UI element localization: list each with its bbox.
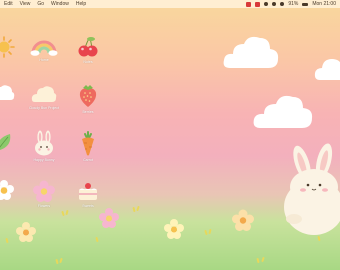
sun-icon (0, 36, 15, 58)
menu-item-edit[interactable]: Edit (4, 0, 13, 8)
cloud-icon (0, 85, 15, 100)
desktop-icon-cloud[interactable] (0, 84, 17, 104)
wallpaper-flower (99, 208, 119, 228)
desktop-icon-label: Cloudy Bun Project (29, 106, 59, 110)
cherry-icon (78, 37, 98, 57)
cloud-bun-icon (31, 86, 57, 102)
desktop-icon-cloud-bun[interactable]: Cloudy Bun Project (29, 84, 59, 110)
wallpaper-flower (164, 219, 184, 239)
desktop-icon-rainbow[interactable]: Home (29, 36, 59, 62)
carrot-icon (82, 131, 94, 156)
desktop-icon-label: Home (39, 58, 49, 62)
battery-icon[interactable] (302, 2, 309, 6)
cake-icon (79, 183, 97, 200)
wallpaper-bunny (284, 143, 340, 235)
menu-bar-tray: 91% Mon 21:00 (246, 0, 340, 8)
desktop-icon-label: Notes (83, 60, 93, 64)
grass-tuft (208, 228, 212, 235)
battery-percent: 91% (288, 1, 299, 7)
control-icon[interactable] (264, 2, 269, 6)
desktop-icon-label: Carrot (83, 158, 93, 162)
wallpaper-cloud (314, 59, 340, 80)
grass-tuft (136, 205, 140, 212)
leaf-icon (0, 134, 11, 150)
wifi-icon[interactable] (280, 2, 285, 6)
grass-tuft (61, 210, 65, 217)
rainbow-icon (30, 40, 58, 56)
clock[interactable]: Mon 21:00 (312, 0, 336, 8)
grass-tuft (59, 257, 63, 264)
desktop-icon-flower-yellow[interactable] (0, 180, 19, 202)
menu-item-help[interactable]: Help (76, 0, 86, 8)
grass-tuft (261, 256, 265, 263)
wallpaper-flower (16, 222, 36, 242)
grass-tuft (317, 235, 321, 242)
menu-item-view[interactable]: View (20, 0, 31, 8)
grass-tuft (5, 237, 9, 244)
desktop-icon-label: Sweets (82, 204, 94, 208)
menu-bar: Edit View Go Window Help 91% Mon 21:00 (0, 0, 340, 8)
desktop-icon-sun[interactable] (0, 36, 19, 60)
grass-tuft (204, 229, 208, 236)
app-status-icon[interactable] (246, 1, 252, 7)
desktop-icon-strawberry[interactable]: Berries (73, 82, 103, 114)
menu-item-window[interactable]: Window (51, 0, 69, 8)
desktop-icon-cherry[interactable]: Notes (73, 36, 103, 64)
grass-tuft (132, 206, 136, 213)
grass-tuft (65, 209, 69, 216)
bunny-icon (35, 130, 53, 156)
menu-item-go[interactable]: Go (37, 0, 44, 8)
strawberry-icon (79, 85, 97, 107)
grass-tuft (55, 258, 59, 265)
grass-tuft (256, 257, 260, 264)
desktop-icon-cake[interactable]: Sweets (73, 180, 103, 208)
wallpaper-cloud (223, 36, 279, 68)
desktop-icon-label: Happy Bunny (33, 158, 55, 162)
flower-icon (0, 180, 14, 200)
menu-bar-left: Edit View Go Window Help (0, 0, 86, 8)
desktop-icon-carrot[interactable]: Carrot (73, 130, 103, 162)
desktop-icon-flower-pink[interactable]: Flowers (29, 180, 59, 208)
desktop-icon-leaf[interactable] (0, 132, 19, 156)
pink-flower-icon (33, 180, 55, 202)
desktop-icon-label: Flowers (37, 204, 51, 208)
bluetooth-icon[interactable] (272, 2, 277, 6)
desktop-icon-bunny[interactable]: Happy Bunny (29, 130, 59, 162)
grass-tuft (95, 236, 99, 243)
app-status-icon-2[interactable] (255, 1, 261, 7)
wallpaper-flower (232, 209, 254, 231)
wallpaper-cloud (253, 95, 313, 128)
desktop-icon-label: Berries (82, 110, 94, 114)
